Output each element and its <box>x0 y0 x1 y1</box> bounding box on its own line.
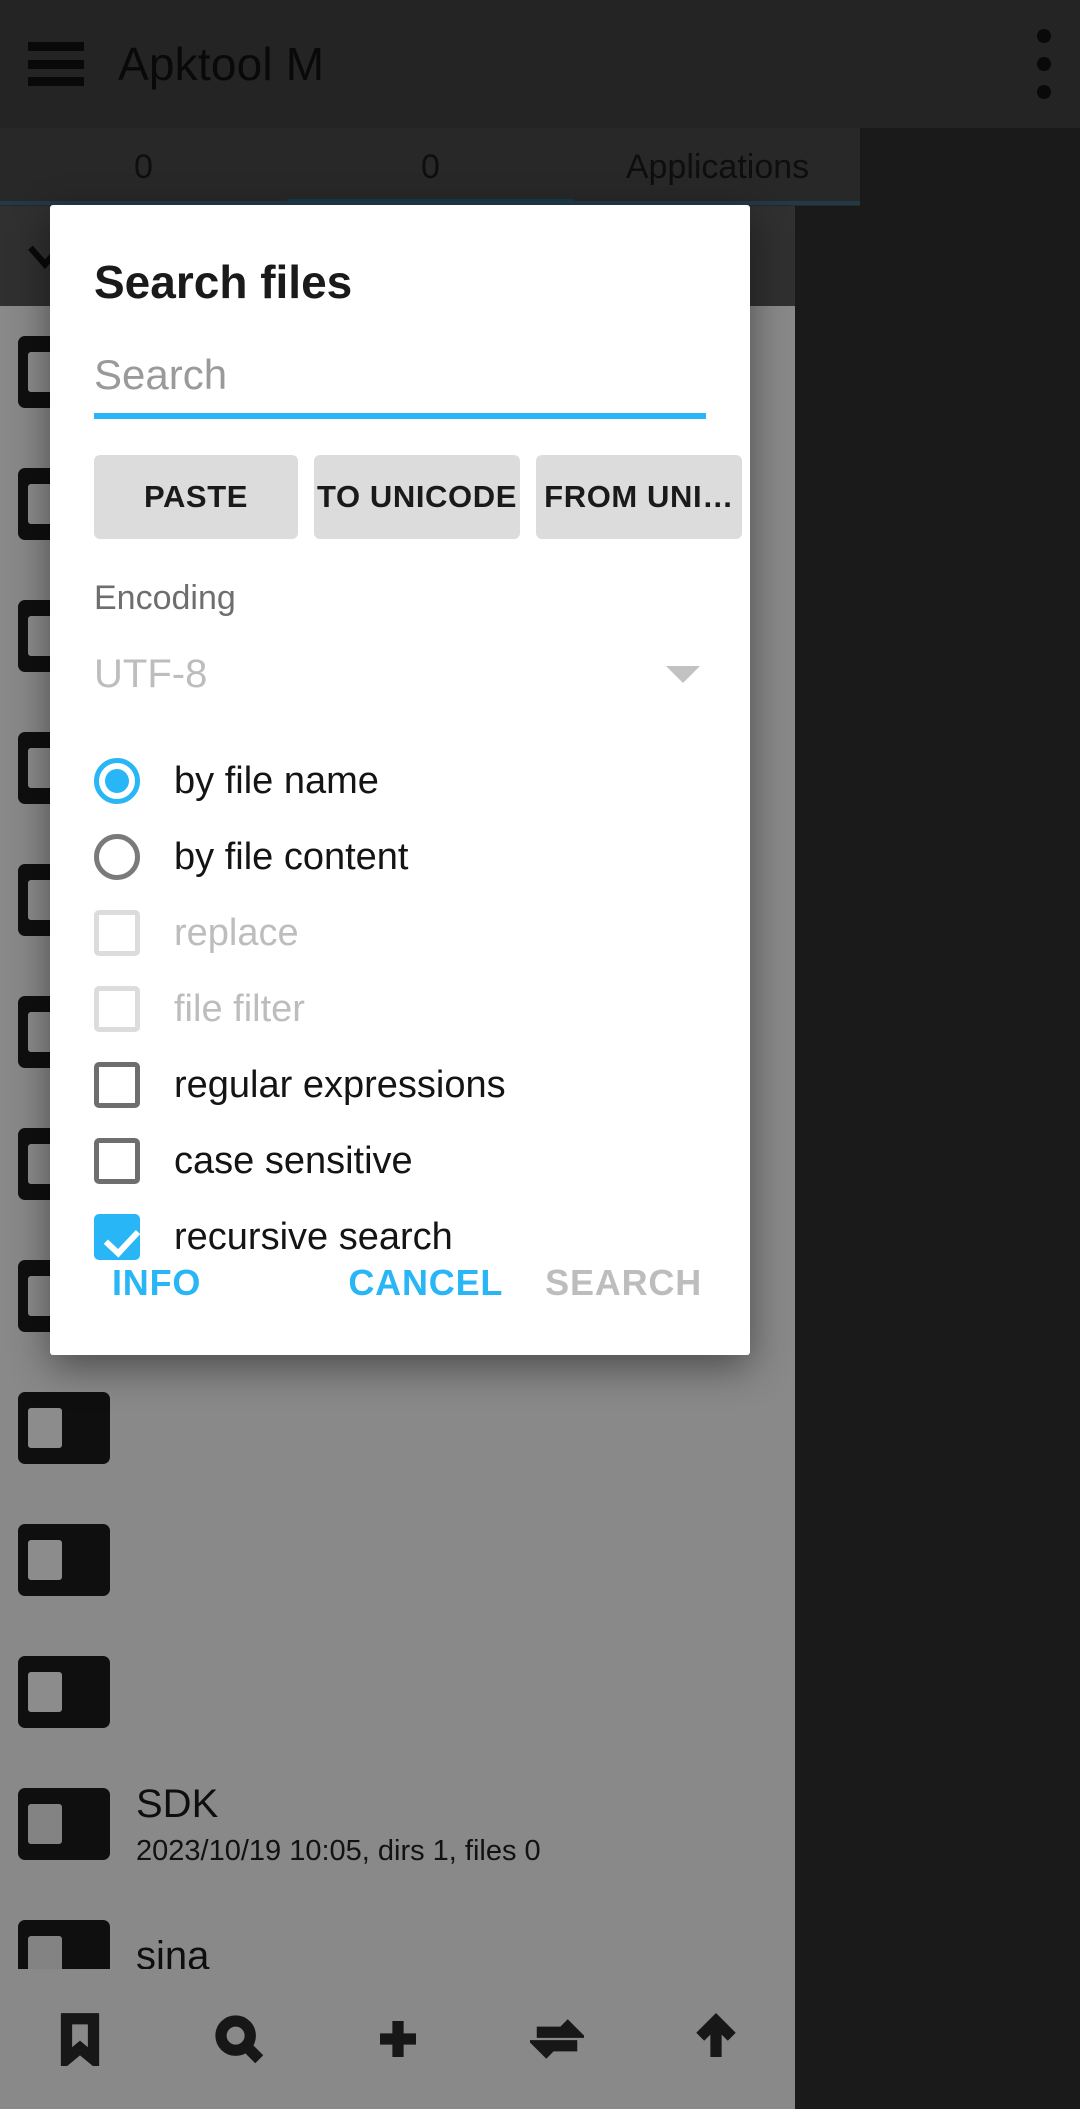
search-underline <box>94 413 706 419</box>
text-action-buttons: PASTE TO UNICODE FROM UNI… <box>94 455 742 539</box>
dialog-actions: INFO CANCEL SEARCH <box>94 1245 706 1321</box>
paste-button[interactable]: PASTE <box>94 455 298 539</box>
checkbox-icon-unchecked <box>94 986 140 1032</box>
search-input[interactable] <box>94 351 706 413</box>
checkbox-icon-unchecked <box>94 1138 140 1184</box>
radio-icon-checked <box>94 758 140 804</box>
option-label: file filter <box>174 987 305 1030</box>
cancel-button[interactable]: CANCEL <box>348 1262 503 1304</box>
dropdown-arrow-icon <box>666 666 700 683</box>
search-options: by file name by file content replace fil… <box>94 743 706 1275</box>
checkbox-icon-unchecked <box>94 910 140 956</box>
option-label: regular expressions <box>174 1063 506 1106</box>
checkbox-regular-expressions[interactable]: regular expressions <box>94 1047 706 1123</box>
checkbox-case-sensitive[interactable]: case sensitive <box>94 1123 706 1199</box>
option-label: by file content <box>174 835 409 878</box>
radio-icon-unchecked <box>94 834 140 880</box>
checkbox-file-filter: file filter <box>94 971 706 1047</box>
screen-root: SDK 2023/10/19 10:05, dirs 1, files 0 si… <box>0 0 1080 2109</box>
from-unicode-button[interactable]: FROM UNI… <box>536 455 742 539</box>
option-label: by file name <box>174 759 379 802</box>
info-button[interactable]: INFO <box>112 1262 201 1304</box>
option-label: replace <box>174 911 299 954</box>
radio-by-file-name[interactable]: by file name <box>94 743 706 819</box>
option-label: case sensitive <box>174 1139 413 1182</box>
radio-by-file-content[interactable]: by file content <box>94 819 706 895</box>
checkbox-replace: replace <box>94 895 706 971</box>
dialog-title: Search files <box>94 256 353 308</box>
search-files-dialog: Search files PASTE TO UNICODE FROM UNI… … <box>50 205 750 1355</box>
encoding-label: Encoding <box>94 579 236 617</box>
search-button[interactable]: SEARCH <box>545 1262 702 1304</box>
search-field <box>94 351 706 419</box>
encoding-select[interactable]: UTF-8 <box>94 652 706 697</box>
to-unicode-button[interactable]: TO UNICODE <box>314 455 520 539</box>
encoding-value: UTF-8 <box>94 652 208 696</box>
checkbox-icon-unchecked <box>94 1062 140 1108</box>
